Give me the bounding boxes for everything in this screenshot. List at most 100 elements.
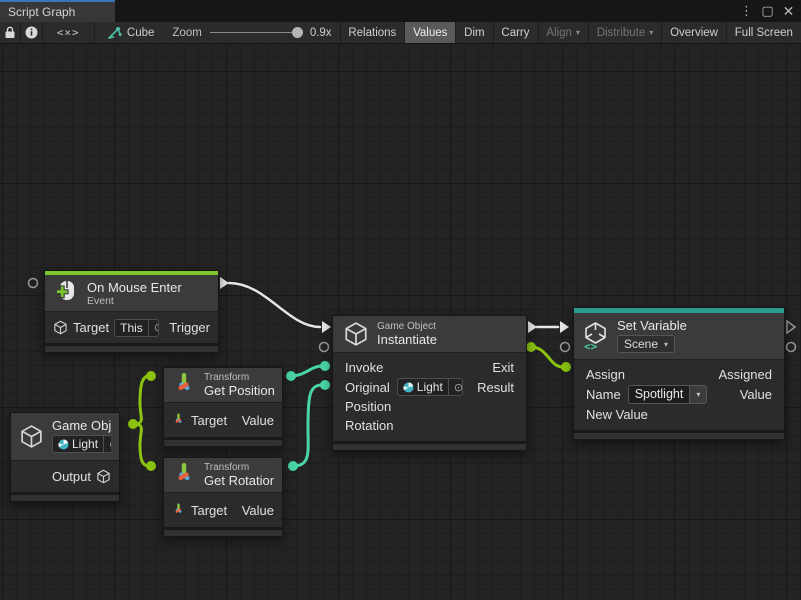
dim-button[interactable]: Dim	[456, 22, 492, 43]
target-label: Target	[191, 413, 227, 428]
rotation-label: Rotation	[345, 418, 393, 433]
position-label: Position	[345, 399, 391, 414]
chevron-down-icon: ▾	[649, 28, 653, 37]
onmouseenter-target-port[interactable]	[29, 279, 38, 288]
carry-button[interactable]: Carry	[493, 22, 537, 43]
wire-trigger-to-invoke	[229, 283, 320, 327]
result-out-port[interactable]	[526, 342, 536, 352]
node-get-rotation[interactable]: Transform Get Rotation Target Value	[163, 457, 283, 537]
vector-port-dots	[286, 361, 330, 471]
target-value: This	[115, 320, 148, 336]
zoom-slider-handle[interactable]	[292, 27, 303, 38]
zoom-label: Zoom	[172, 27, 201, 39]
code-icon: <×>	[57, 26, 80, 39]
node-title: On Mouse Enter	[87, 280, 182, 295]
node-header: <> Set Variable Scene ▾	[574, 313, 784, 359]
graph-canvas[interactable]: On Mouse Enter Event Target This ⊙ Trigg…	[0, 44, 801, 600]
node-get-position[interactable]: Transform Get Position Target Value	[163, 367, 283, 447]
vector-wires	[291, 366, 322, 466]
exit-out-port[interactable]	[528, 321, 537, 333]
getrotation-target-port[interactable]	[146, 461, 156, 471]
newvalue-in-port[interactable]	[561, 362, 571, 372]
node-titles: Set Variable Scene ▾	[617, 318, 687, 353]
node-game-object-light[interactable]: Game Object Light ⊙ Output	[10, 412, 120, 502]
tab-title: Script Graph	[8, 5, 75, 19]
node-category: Transform	[204, 372, 274, 383]
getrotation-value-port[interactable]	[288, 461, 298, 471]
trigger-out-port[interactable]	[220, 277, 229, 289]
view-code-button[interactable]: <×>	[42, 22, 94, 43]
wire-output-to-getposition	[133, 376, 149, 424]
port-row: Assign Assigned	[574, 364, 784, 384]
relations-button[interactable]: Relations	[340, 22, 404, 43]
node-on-mouse-enter[interactable]: On Mouse Enter Event Target This ⊙ Trigg…	[44, 270, 219, 353]
assign-in-port[interactable]	[560, 321, 569, 333]
target-label: Target	[73, 320, 109, 335]
maximize-icon[interactable]: ▢	[759, 3, 776, 20]
info-icon	[25, 26, 38, 39]
object-picker-icon[interactable]: ⊙	[103, 436, 111, 452]
setvariable-assigned-port[interactable]	[787, 321, 795, 333]
overview-button[interactable]: Overview	[662, 22, 726, 43]
port-row: Target This ⊙ Trigger	[45, 312, 218, 343]
port-row: Position	[333, 397, 526, 416]
light-object-icon	[403, 382, 414, 393]
setvariable-value-port[interactable]	[787, 343, 796, 352]
zoom-slider[interactable]	[210, 32, 302, 33]
instantiate-original-port[interactable]	[320, 343, 329, 352]
chevron-down-icon[interactable]: ▾	[689, 386, 706, 403]
trigger-label: Trigger	[169, 320, 210, 335]
node-instantiate[interactable]: Game Object Instantiate Invoke Exit Orig…	[332, 315, 527, 451]
scene-variable-icon: <>	[582, 321, 609, 351]
distribute-label: Distribute	[597, 27, 646, 39]
node-header: Game Object Light ⊙	[11, 413, 119, 460]
script-graph-icon	[107, 26, 122, 40]
distribute-button[interactable]: Distribute ▾	[589, 22, 662, 43]
transform-icon	[172, 462, 196, 488]
align-button[interactable]: Align ▾	[538, 22, 588, 43]
variable-scope-dropdown[interactable]: Scene ▾	[617, 335, 675, 353]
node-title: Get Position	[204, 383, 274, 398]
instantiate-rotation-port[interactable]	[320, 380, 330, 390]
info-button[interactable]	[21, 22, 41, 43]
getposition-value-port[interactable]	[286, 371, 296, 381]
unity-script-graph-window: { "window": { "tab_title": "Script Graph…	[0, 0, 801, 600]
invoke-in-port[interactable]	[322, 321, 331, 333]
object-picker-icon[interactable]: ⊙	[148, 320, 159, 336]
setvariable-name-port[interactable]	[561, 343, 570, 352]
close-icon[interactable]: ✕	[780, 3, 797, 20]
wire-output-to-getrotation	[133, 424, 149, 466]
values-button[interactable]: Values	[405, 22, 455, 43]
tabbar-spacer	[115, 0, 738, 22]
fullscreen-button[interactable]: Full Screen	[727, 22, 801, 43]
original-value-chip[interactable]: Light ⊙	[397, 378, 463, 396]
target-value-chip[interactable]: This ⊙	[114, 319, 159, 337]
node-title: Set Variable	[617, 318, 687, 333]
node-body: Invoke Exit Original Light ⊙ Result	[333, 352, 526, 441]
transform-icon	[172, 372, 196, 398]
tab-script-graph[interactable]: Script Graph	[0, 0, 115, 22]
original-value-label: Light	[417, 380, 443, 394]
object-picker-icon[interactable]: ⊙	[448, 379, 463, 395]
lock-button[interactable]	[0, 22, 20, 43]
node-titles: On Mouse Enter Event	[87, 280, 182, 307]
variable-name-dropdown[interactable]: Spotlight ▾	[628, 385, 708, 404]
node-titles: Transform Get Rotation	[204, 462, 274, 488]
instantiate-position-port[interactable]	[320, 361, 330, 371]
port-row: Rotation	[333, 416, 526, 435]
transform-icon	[172, 413, 185, 427]
node-set-variable[interactable]: <> Set Variable Scene ▾ Assign Assigned …	[573, 307, 785, 440]
node-title: Instantiate	[377, 332, 437, 347]
light-object-icon	[58, 439, 69, 450]
original-value: Light	[398, 379, 448, 395]
port-row: Output	[11, 461, 119, 492]
graph-target[interactable]: Cube	[95, 22, 165, 43]
cube-icon	[96, 469, 111, 484]
scope-value: Scene	[624, 337, 658, 351]
light-output-port[interactable]	[128, 419, 138, 429]
node-body: Target Value	[164, 492, 282, 527]
more-menu-icon[interactable]: ⋮	[738, 3, 755, 20]
object-value-chip[interactable]: Light ⊙	[52, 435, 111, 453]
getposition-target-port[interactable]	[146, 371, 156, 381]
light-value: Light	[53, 436, 103, 452]
